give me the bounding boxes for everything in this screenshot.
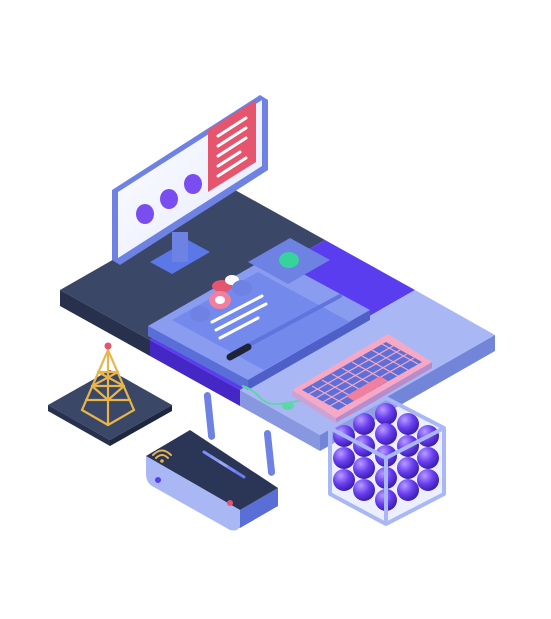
tower-beacon bbox=[104, 342, 112, 350]
monitor-dot-2 bbox=[160, 189, 178, 209]
data-cube bbox=[328, 396, 446, 526]
cable-plug bbox=[282, 402, 294, 410]
blue-circle-2 bbox=[190, 306, 210, 322]
monitor-dot-3 bbox=[184, 174, 202, 194]
monitor-stand-neck bbox=[172, 232, 188, 262]
isometric-network-illustration bbox=[48, 95, 495, 531]
router-front-port bbox=[155, 477, 161, 483]
avatar-inner bbox=[215, 296, 225, 304]
router-antenna-left bbox=[203, 392, 216, 440]
router-antenna-right bbox=[263, 430, 276, 476]
tower-base-top bbox=[48, 370, 172, 440]
blue-circle-1 bbox=[232, 280, 252, 296]
green-dot bbox=[279, 252, 299, 268]
cell-tower bbox=[48, 342, 172, 446]
monitor-dot-1 bbox=[136, 204, 154, 224]
wifi-dot bbox=[160, 459, 164, 463]
router-power-led bbox=[227, 500, 233, 506]
